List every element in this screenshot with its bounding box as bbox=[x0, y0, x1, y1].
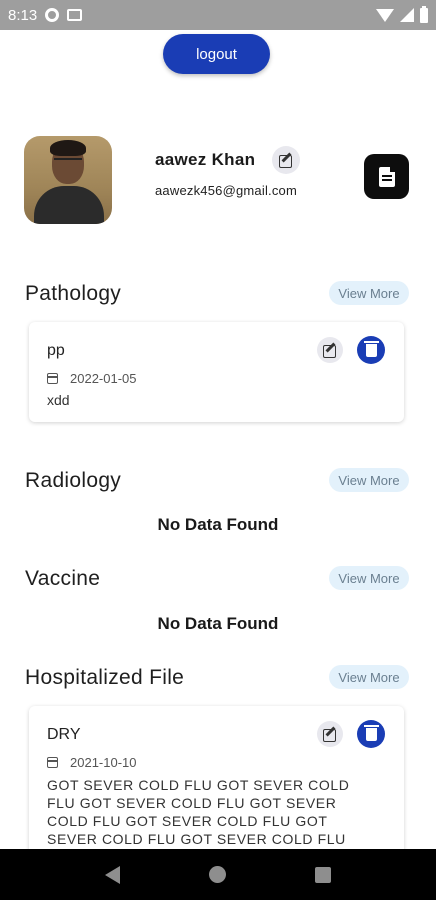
document-icon bbox=[378, 166, 395, 187]
status-time: 8:13 bbox=[8, 6, 38, 24]
section-title-radiology: Radiology bbox=[25, 469, 122, 492]
profile-email: aawezk456@gmail.com bbox=[155, 183, 298, 198]
card-edit-button[interactable] bbox=[317, 721, 343, 747]
recents-icon[interactable] bbox=[315, 866, 332, 883]
card-edit-button[interactable] bbox=[317, 337, 343, 363]
avatar-glasses bbox=[54, 158, 82, 164]
card-delete-button[interactable] bbox=[357, 336, 385, 364]
trash-icon bbox=[363, 340, 379, 357]
avatar-hair bbox=[50, 140, 86, 156]
calendar-icon bbox=[47, 373, 58, 384]
status-bar: 8:13 bbox=[0, 0, 436, 30]
radiology-view-more-button[interactable]: View More bbox=[329, 468, 409, 492]
status-left: 8:13 bbox=[8, 6, 83, 24]
card-date-row: 2021-10-10 bbox=[47, 755, 137, 770]
wifi-icon bbox=[376, 8, 394, 22]
logout-button[interactable]: logout bbox=[163, 34, 270, 74]
card-description: GOT SEVER COLD FLU GOT SEVER COLD FLU GO… bbox=[47, 777, 350, 847]
avatar bbox=[24, 136, 112, 224]
vaccine-no-data: No Data Found bbox=[157, 614, 279, 633]
edit-icon bbox=[323, 727, 337, 742]
radiology-no-data: No Data Found bbox=[157, 515, 279, 534]
hospitalized-view-more-button[interactable]: View More bbox=[329, 665, 409, 689]
edit-icon bbox=[323, 343, 337, 358]
settings-icon bbox=[45, 8, 60, 22]
edit-icon bbox=[279, 153, 293, 168]
pathology-card[interactable]: pp 2022-01-05 xdd bbox=[29, 322, 404, 422]
calendar-icon bbox=[47, 757, 58, 768]
navigation-bar bbox=[0, 849, 436, 900]
card-title: DRY bbox=[47, 726, 81, 743]
card-date: 2021-10-10 bbox=[70, 755, 137, 770]
section-title-vaccine: Vaccine bbox=[25, 567, 101, 590]
back-icon[interactable] bbox=[104, 865, 120, 884]
home-icon[interactable] bbox=[208, 866, 226, 883]
pathology-view-more-button[interactable]: View More bbox=[329, 281, 409, 305]
status-right bbox=[376, 5, 428, 23]
trash-icon bbox=[363, 724, 379, 741]
card-delete-button[interactable] bbox=[357, 720, 385, 748]
profile-name: aawez Khan bbox=[155, 150, 256, 169]
battery-icon bbox=[420, 5, 428, 23]
card-description: xdd bbox=[47, 392, 70, 408]
document-button[interactable] bbox=[364, 154, 409, 199]
avatar-body bbox=[34, 186, 104, 224]
edit-profile-button[interactable] bbox=[272, 146, 300, 174]
card-date-row: 2022-01-05 bbox=[47, 371, 137, 386]
section-title-hospitalized: Hospitalized File bbox=[25, 666, 185, 689]
card-date: 2022-01-05 bbox=[70, 371, 137, 386]
image-icon bbox=[67, 9, 83, 21]
section-title-pathology: Pathology bbox=[25, 282, 122, 305]
vaccine-view-more-button[interactable]: View More bbox=[329, 566, 409, 590]
signal-icon bbox=[400, 8, 414, 22]
card-title: pp bbox=[47, 342, 65, 359]
